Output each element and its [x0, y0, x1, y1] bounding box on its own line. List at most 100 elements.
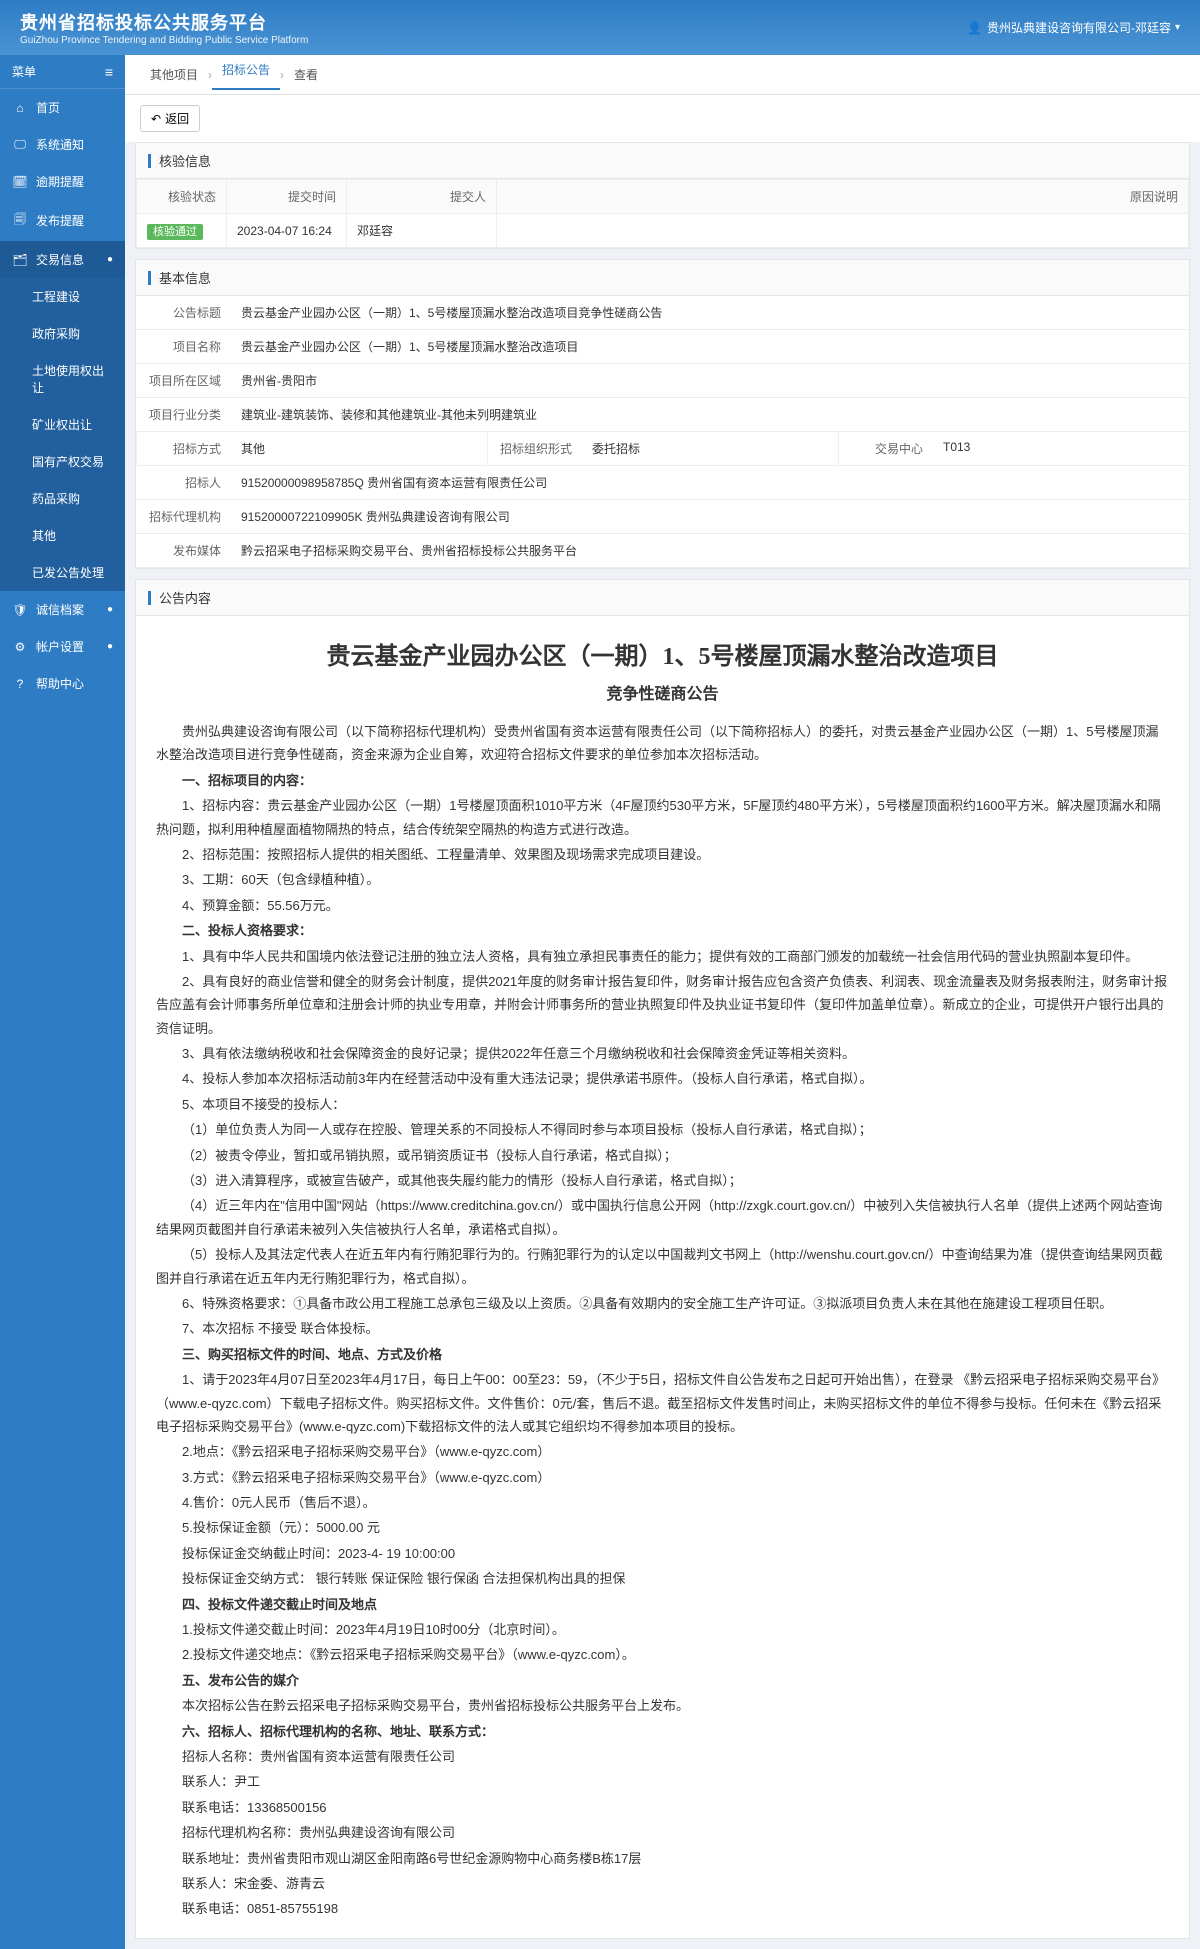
expand-icon: ●	[107, 641, 113, 652]
para: 3.方式：《黔云招采电子招标采购交易平台》（www.e-qyzc.com）	[156, 1466, 1169, 1489]
para: 联系人：尹工	[156, 1770, 1169, 1793]
cell-reason	[497, 214, 1189, 248]
submenu-item-property[interactable]: 国有产权交易	[0, 443, 125, 480]
site-subtitle: GuiZhou Province Tendering and Bidding P…	[20, 35, 308, 46]
logo-area: 贵州省招标投标公共服务平台 GuiZhou Province Tendering…	[20, 9, 308, 46]
value: 其他	[231, 432, 487, 465]
label: 项目行业分类	[136, 398, 231, 431]
para: 4、投标人参加本次招标活动前3年内在经营活动中没有重大违法记录；提供承诺书原件。…	[156, 1067, 1169, 1090]
submenu-trade: 工程建设 政府采购 土地使用权出让 矿业权出让 国有产权交易 药品采购 其他 已…	[0, 278, 125, 591]
submenu-item-other[interactable]: 其他	[0, 517, 125, 554]
monitor-icon: 🖵	[12, 137, 28, 152]
bar-icon	[148, 591, 151, 605]
label: 项目所在区域	[136, 364, 231, 397]
para: 招标代理机构名称：贵州弘典建设咨询有限公司	[156, 1821, 1169, 1844]
user-icon: 👤	[967, 21, 982, 35]
form-row: 招标人91520000098958785Q 贵州省国有资本运营有限责任公司	[136, 466, 1189, 500]
para: 联系地址：贵州省贵阳市观山湖区金阳南路6号世纪金源购物中心商务楼B栋17层	[156, 1847, 1169, 1870]
breadcrumb-item[interactable]: 招标公告	[212, 61, 280, 90]
sidebar-item-overdue[interactable]: 🗓逾期提醒	[0, 163, 125, 200]
table-row: 核验通过 2023-04-07 16:24 邓廷容	[137, 214, 1189, 248]
sidebar-item-credit[interactable]: 🛡诚信档案●	[0, 591, 125, 628]
para: 投标保证金交纳方式： 银行转账 保证保险 银行保函 合法担保机构出具的担保	[156, 1567, 1169, 1590]
table-header-row: 核验状态 提交时间 提交人 原因说明	[137, 180, 1189, 214]
panel-head: 基本信息	[136, 260, 1189, 296]
para: 5.投标保证金额（元）：5000.00 元	[156, 1516, 1169, 1539]
section: 三、购买招标文件的时间、地点、方式及价格	[156, 1343, 1169, 1366]
para: 1、招标内容：贵云基金产业园办公区（一期）1号楼屋顶面积1010平方米（4F屋顶…	[156, 794, 1169, 841]
label: 项目名称	[136, 330, 231, 363]
para: （3）进入清算程序，或被宣告破产，或其他丧失履约能力的情形（投标人自行承诺，格式…	[156, 1169, 1169, 1192]
para: （2）被责令停业，暂扣或吊销执照，或吊销资质证书（投标人自行承诺，格式自拟）；	[156, 1144, 1169, 1167]
para: 4.售价：0元人民币（售后不退）。	[156, 1491, 1169, 1514]
menu-label: 菜单	[12, 63, 36, 80]
user-area[interactable]: 👤 贵州弘典建设咨询有限公司-邓廷容 ▾	[967, 19, 1180, 36]
value: 贵州省-贵阳市	[231, 364, 1189, 397]
para: 本次招标公告在黔云招采电子招标采购交易平台，贵州省招标投标公共服务平台上发布。	[156, 1694, 1169, 1717]
para: 3、工期：60天（包含绿植种植）。	[156, 868, 1169, 891]
bar-icon	[148, 271, 151, 285]
bar-icon	[148, 154, 151, 168]
credit-icon: 🛡	[12, 603, 28, 617]
submenu-item-engineering[interactable]: 工程建设	[0, 278, 125, 315]
para: 3、具有依法缴纳税收和社会保障资金的良好记录；提供2022年任意三个月缴纳税收和…	[156, 1042, 1169, 1065]
sidebar-item-trade[interactable]: 🗂交易信息●	[0, 241, 125, 278]
para: （5）投标人及其法定代表人在近五年内有行贿犯罪行为的。行贿犯罪行为的认定以中国裁…	[156, 1243, 1169, 1290]
sidebar-item-help[interactable]: ?帮助中心	[0, 665, 125, 702]
col-reason: 原因说明	[497, 180, 1189, 214]
label: 招标人	[136, 466, 231, 499]
section: 五、发布公告的媒介	[156, 1669, 1169, 1692]
doc-title: 贵云基金产业园办公区（一期）1、5号楼屋顶漏水整治改造项目	[156, 636, 1169, 679]
submenu-item-mining[interactable]: 矿业权出让	[0, 406, 125, 443]
panel-title: 核验信息	[159, 151, 211, 170]
submenu-item-gov[interactable]: 政府采购	[0, 315, 125, 352]
menu-toggle-icon[interactable]: ≡	[105, 64, 113, 80]
send-icon: 🗐	[12, 210, 28, 231]
col-time: 提交时间	[227, 180, 347, 214]
cell-status: 核验通过	[137, 214, 227, 248]
verify-table: 核验状态 提交时间 提交人 原因说明 核验通过 2023-04-07 16:24…	[136, 179, 1189, 248]
status-badge: 核验通过	[147, 224, 203, 240]
calendar-icon: 🗓	[12, 175, 28, 189]
para: 2、具有良好的商业信誉和健全的财务会计制度，提供2021年度的财务审计报告复印件…	[156, 970, 1169, 1040]
expand-icon: ●	[107, 604, 113, 615]
breadcrumb-item[interactable]: 查看	[284, 66, 328, 83]
label: 招标代理机构	[136, 500, 231, 533]
page-header: 贵州省招标投标公共服务平台 GuiZhou Province Tendering…	[0, 0, 1200, 55]
sidebar-item-notice[interactable]: 🖵系统通知	[0, 126, 125, 163]
sidebar-item-account[interactable]: ⚙帐户设置●	[0, 628, 125, 665]
label: 交易中心	[838, 432, 933, 465]
para: 7、本次招标 不接受 联合体投标。	[156, 1317, 1169, 1340]
submenu-item-land[interactable]: 土地使用权出让	[0, 352, 125, 406]
para: 1.投标文件递交截止时间：2023年4月19日10时00分（北京时间）。	[156, 1618, 1169, 1641]
col-status: 核验状态	[137, 180, 227, 214]
chevron-down-icon: ▾	[1175, 22, 1180, 33]
return-button[interactable]: ↶返回	[140, 105, 200, 132]
form-row: 发布媒体黔云招采电子招标采购交易平台、贵州省招标投标公共服务平台	[136, 534, 1189, 568]
breadcrumb-item[interactable]: 其他项目	[140, 66, 208, 83]
toolbar: ↶返回	[125, 95, 1200, 142]
para: 2.投标文件递交地点：《黔云招采电子招标采购交易平台》（www.e-qyzc.c…	[156, 1643, 1169, 1666]
return-icon: ↶	[151, 112, 161, 126]
value: T013	[933, 432, 1189, 465]
section: 四、投标文件递交截止时间及地点	[156, 1593, 1169, 1616]
para: 6、特殊资格要求：①具备市政公用工程施工总承包三级及以上资质。②具备有效期内的安…	[156, 1292, 1169, 1315]
form-row: 项目名称贵云基金产业园办公区（一期）1、5号楼屋顶漏水整治改造项目	[136, 330, 1189, 364]
submenu-item-drug[interactable]: 药品采购	[0, 480, 125, 517]
value: 贵云基金产业园办公区（一期）1、5号楼屋顶漏水整治改造项目竞争性磋商公告	[231, 296, 1189, 329]
value: 黔云招采电子招标采购交易平台、贵州省招标投标公共服务平台	[231, 534, 1189, 567]
sidebar-item-home[interactable]: ⌂首页	[0, 89, 125, 126]
cell-person: 邓廷容	[347, 214, 497, 248]
para: 2、招标范围：按照招标人提供的相关图纸、工程量清单、效果图及现场需求完成项目建设…	[156, 843, 1169, 866]
sidebar-item-publish[interactable]: 🗐发布提醒	[0, 200, 125, 241]
col-person: 提交人	[347, 180, 497, 214]
para: （1）单位负责人为同一人或存在控股、管理关系的不同投标人不得同时参与本项目投标（…	[156, 1118, 1169, 1141]
para: 1、请于2023年4月07日至2023年4月17日，每日上午00：00至23：5…	[156, 1368, 1169, 1438]
trade-icon: 🗂	[12, 253, 28, 267]
para: （4）近三年内在"信用中国"网站（https://www.creditchina…	[156, 1194, 1169, 1241]
value: 91520000098958785Q 贵州省国有资本运营有限责任公司	[231, 466, 1189, 499]
submenu-item-published[interactable]: 已发公告处理	[0, 554, 125, 591]
panel-title: 公告内容	[159, 588, 211, 607]
panel-head: 公告内容	[136, 580, 1189, 616]
para: 联系电话：0851-85755198	[156, 1897, 1169, 1920]
